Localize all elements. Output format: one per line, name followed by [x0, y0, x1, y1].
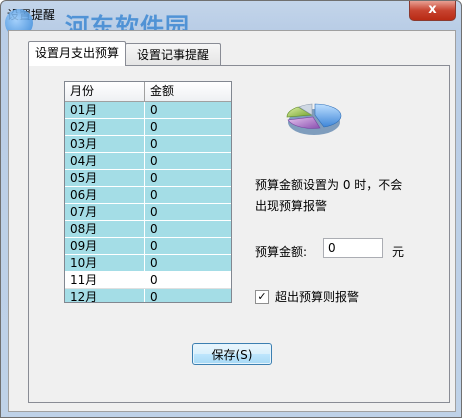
- cell-month[interactable]: 10月: [65, 255, 145, 271]
- cell-amount[interactable]: 0: [145, 204, 231, 220]
- table-row[interactable]: 07月 0: [65, 204, 231, 221]
- budget-amount-input[interactable]: [323, 238, 383, 258]
- budget-amount-label: 预算金额:: [255, 245, 308, 259]
- cell-month[interactable]: 04月: [65, 153, 145, 169]
- cell-month[interactable]: 12月: [65, 289, 145, 302]
- table-row[interactable]: 01月 0: [65, 102, 231, 119]
- budget-table[interactable]: 月份 金额 01月 0 02月 0 03月 0 04月 0 05月 0 06月 0 07月 0 08月 0 09…: [64, 81, 232, 303]
- pie-chart-icon: [286, 103, 342, 135]
- cell-month[interactable]: 11月: [65, 272, 145, 288]
- table-row[interactable]: 09月 0: [65, 238, 231, 255]
- cell-amount[interactable]: 0: [145, 272, 231, 288]
- table-row[interactable]: 12月 0: [65, 289, 231, 302]
- alert-checkbox-label[interactable]: 超出预算则报警: [275, 288, 359, 305]
- cell-month[interactable]: 01月: [65, 102, 145, 118]
- table-row[interactable]: 02月 0: [65, 119, 231, 136]
- table-row[interactable]: 08月 0: [65, 221, 231, 238]
- budget-unit-label: 元: [392, 245, 405, 259]
- cell-month[interactable]: 07月: [65, 204, 145, 220]
- close-button[interactable]: x: [409, 1, 456, 21]
- budget-info-line1: 预算金额设置为 0 时，不会: [255, 178, 403, 192]
- column-header-amount[interactable]: 金额: [145, 82, 231, 101]
- table-body: 01月 0 02月 0 03月 0 04月 0 05月 0 06月 0 07月 0 08月 0 09月 0 10月 0…: [65, 102, 231, 302]
- alert-checkbox-row[interactable]: ✓ 超出预算则报警: [255, 288, 359, 305]
- cell-amount[interactable]: 0: [145, 119, 231, 135]
- cell-month[interactable]: 09月: [65, 238, 145, 254]
- cell-amount[interactable]: 0: [145, 170, 231, 186]
- cell-month[interactable]: 02月: [65, 119, 145, 135]
- table-header: 月份 金额: [65, 82, 231, 102]
- tab-panel-monthly-budget: 月份 金额 01月 0 02月 0 03月 0 04月 0 05月 0 06月 0 07月 0 08月 0 09…: [28, 65, 450, 403]
- cell-amount[interactable]: 0: [145, 102, 231, 118]
- window-title: 设置提醒: [7, 8, 56, 22]
- settings-dialog: 设置提醒 河东软件园 www.pc x 设置月支出预算 设置记事提醒 月份 金额…: [0, 0, 462, 418]
- cell-amount[interactable]: 0: [145, 153, 231, 169]
- tab-monthly-budget[interactable]: 设置月支出预算: [28, 41, 126, 66]
- alert-checkbox[interactable]: ✓: [255, 289, 269, 304]
- budget-info-line2: 出现预算报警: [255, 199, 328, 213]
- cell-month[interactable]: 08月: [65, 221, 145, 237]
- table-row[interactable]: 04月 0: [65, 153, 231, 170]
- cell-month[interactable]: 06月: [65, 187, 145, 203]
- cell-amount[interactable]: 0: [145, 255, 231, 271]
- table-row[interactable]: 03月 0: [65, 136, 231, 153]
- cell-amount[interactable]: 0: [145, 238, 231, 254]
- cell-amount[interactable]: 0: [145, 136, 231, 152]
- table-row[interactable]: 05月 0: [65, 170, 231, 187]
- dialog-client-area: 设置月支出预算 设置记事提醒 月份 金额 01月 0 02月 0 03月 0 04月 0 05月…: [8, 30, 456, 412]
- save-button[interactable]: 保存(S): [192, 343, 272, 365]
- cell-month[interactable]: 03月: [65, 136, 145, 152]
- tab-note-reminder[interactable]: 设置记事提醒: [125, 43, 221, 66]
- column-header-month[interactable]: 月份: [65, 82, 145, 101]
- cell-month[interactable]: 05月: [65, 170, 145, 186]
- cell-amount[interactable]: 0: [145, 289, 231, 302]
- table-row[interactable]: 06月 0: [65, 187, 231, 204]
- title-bar[interactable]: 设置提醒 河东软件园 www.pc x: [1, 1, 461, 47]
- table-row[interactable]: 10月 0: [65, 255, 231, 272]
- cell-amount[interactable]: 0: [145, 187, 231, 203]
- cell-amount[interactable]: 0: [145, 221, 231, 237]
- table-row[interactable]: 11月 0: [65, 272, 231, 289]
